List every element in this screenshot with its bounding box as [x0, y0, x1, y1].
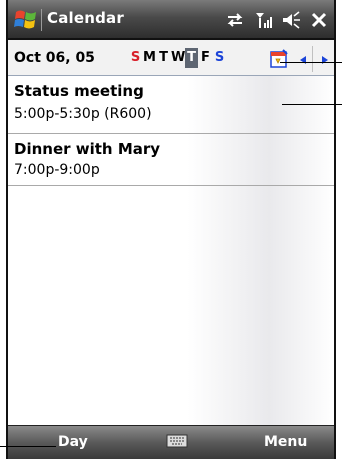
callout-line-appointment [282, 104, 342, 105]
pocket-pc-screen: Calendar Oct 06, 05 S M T W T F S Status… [6, 0, 336, 459]
previous-arrow-icon[interactable] [297, 51, 309, 69]
week-selector: S M T W T F S [129, 48, 227, 68]
appointment-item[interactable]: Status meeting 5:00p-5:30p (R600) [8, 76, 334, 134]
day-softkey[interactable]: Day [58, 434, 88, 450]
weekday-saturday[interactable]: S [213, 48, 226, 68]
weekday-wednesday[interactable]: W [171, 48, 185, 68]
callout-line-day-softkey [0, 446, 56, 447]
menu-softkey[interactable]: Menu [264, 434, 307, 450]
appointment-time: 5:00p-5:30p (R600) [14, 106, 152, 122]
title-bar: Calendar [8, 0, 334, 40]
connectivity-icon[interactable] [224, 9, 246, 31]
close-icon[interactable] [308, 9, 330, 31]
appointment-subject: Status meeting [14, 82, 144, 100]
appointment-subject: Dinner with Mary [14, 140, 161, 158]
nav-separator [312, 46, 313, 72]
keyboard-icon[interactable] [166, 433, 188, 449]
go-to-today-icon[interactable] [269, 49, 289, 69]
callout-line-go-to-today [280, 62, 342, 63]
weekday-sunday[interactable]: S [129, 48, 142, 68]
signal-icon[interactable] [254, 9, 276, 31]
windows-start-flag-icon[interactable] [13, 7, 39, 33]
weekday-thursday-selected[interactable]: T [185, 48, 198, 68]
weekday-tuesday[interactable]: T [157, 48, 170, 68]
title-separator [41, 9, 42, 31]
weekday-monday[interactable]: M [143, 48, 156, 68]
date-bar: Oct 06, 05 S M T W T F S [8, 40, 334, 76]
next-arrow-icon[interactable] [319, 51, 331, 69]
app-title: Calendar [47, 9, 124, 27]
weekday-friday[interactable]: F [199, 48, 212, 68]
agenda-view[interactable]: Status meeting 5:00p-5:30p (R600) Dinner… [8, 76, 334, 425]
appointment-time: 7:00p-9:00p [14, 162, 100, 178]
appointment-item[interactable]: Dinner with Mary 7:00p-9:00p [8, 134, 334, 186]
volume-icon[interactable] [280, 9, 302, 31]
menu-bar: Day Menu [8, 425, 334, 459]
current-date[interactable]: Oct 06, 05 [14, 50, 95, 66]
